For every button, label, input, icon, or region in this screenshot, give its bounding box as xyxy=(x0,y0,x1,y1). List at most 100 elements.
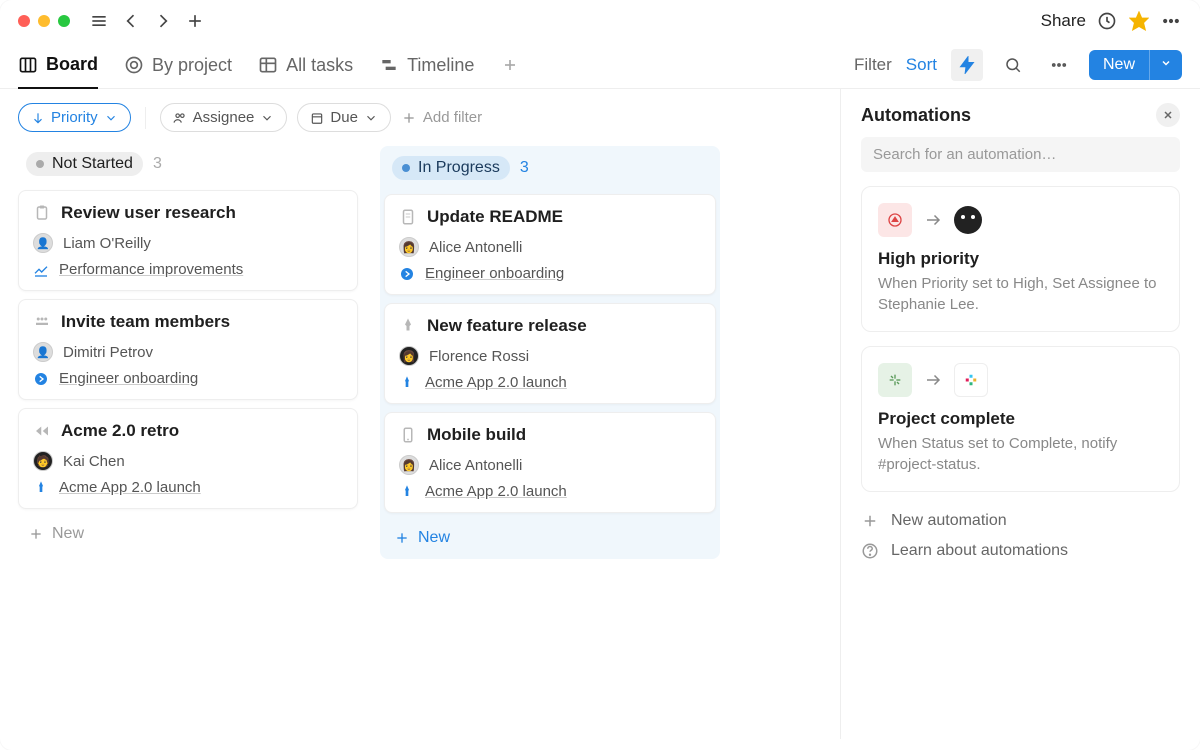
filter-label: Priority xyxy=(51,109,98,126)
favorite-star-icon[interactable] xyxy=(1128,10,1150,32)
tab-board[interactable]: Board xyxy=(18,42,98,89)
sort-button[interactable]: Sort xyxy=(906,55,937,75)
card-title: Update README xyxy=(427,207,563,227)
automation-card[interactable]: High priority When Priority set to High,… xyxy=(861,186,1180,332)
new-card-button[interactable]: New xyxy=(384,521,716,555)
phone-icon xyxy=(399,426,417,444)
window-toolbar: Share xyxy=(0,0,1200,42)
tab-label: Board xyxy=(46,54,98,75)
task-card[interactable]: Review user research 👤 Liam O'Reilly Per… xyxy=(18,190,358,291)
new-card-button[interactable]: New xyxy=(18,517,358,551)
card-title: Acme 2.0 retro xyxy=(61,421,179,441)
chevron-down-icon xyxy=(364,111,378,125)
filter-button[interactable]: Filter xyxy=(854,55,892,75)
priority-trigger-icon xyxy=(878,203,912,237)
view-tabs: Board By project All tasks Timeline Filt… xyxy=(0,42,1200,89)
automation-description: When Status set to Complete, notify #pro… xyxy=(878,433,1163,475)
assignee: Dimitri Petrov xyxy=(63,344,153,361)
tab-timeline[interactable]: Timeline xyxy=(379,43,474,88)
rewind-icon xyxy=(33,422,51,440)
chart-icon xyxy=(33,262,49,278)
priority-filter[interactable]: Priority xyxy=(18,103,131,132)
assignee-filter[interactable]: Assignee xyxy=(160,103,288,132)
tab-label: By project xyxy=(152,55,232,76)
search-icon[interactable] xyxy=(997,49,1029,81)
task-card[interactable]: New feature release 👩 Florence Rossi Acm… xyxy=(384,303,716,404)
new-dropdown-icon[interactable] xyxy=(1149,50,1182,80)
avatar: 👤 xyxy=(33,233,53,253)
automation-card[interactable]: Project complete When Status set to Comp… xyxy=(861,346,1180,492)
arrow-right-icon xyxy=(924,371,942,389)
more-options-icon[interactable] xyxy=(1043,49,1075,81)
automation-title: Project complete xyxy=(878,409,1163,429)
card-title: Mobile build xyxy=(427,425,526,445)
project: Engineer onboarding xyxy=(59,370,198,387)
project: Acme App 2.0 launch xyxy=(425,374,567,391)
new-button[interactable]: New xyxy=(1089,50,1182,80)
column-header: Not Started 3 xyxy=(18,146,358,182)
arrow-circle-icon xyxy=(399,266,415,282)
new-card-label: New xyxy=(418,529,450,547)
share-button[interactable]: Share xyxy=(1041,11,1086,31)
project: Acme App 2.0 launch xyxy=(59,479,201,496)
history-icon[interactable] xyxy=(1096,10,1118,32)
menu-icon[interactable] xyxy=(88,10,110,32)
status-dot-icon xyxy=(402,164,410,172)
avatar: 👩 xyxy=(399,455,419,475)
status-pill[interactable]: Not Started xyxy=(26,152,143,176)
new-card-label: New xyxy=(52,525,84,543)
automation-title: High priority xyxy=(878,249,1163,269)
filter-bar: Priority Assignee Due Add filter xyxy=(18,103,840,132)
automations-panel: Automations High priority When Priority … xyxy=(840,89,1200,739)
board-columns: Not Started 3 Review user research 👤 Lia… xyxy=(18,146,840,559)
card-title: Review user research xyxy=(61,203,236,223)
learn-automations-link[interactable]: Learn about automations xyxy=(861,536,1180,566)
close-window[interactable] xyxy=(18,15,30,27)
slack-icon xyxy=(954,363,988,397)
task-card[interactable]: Invite team members 👤 Dimitri Petrov Eng… xyxy=(18,299,358,400)
new-tab-icon[interactable] xyxy=(184,10,206,32)
close-panel-button[interactable] xyxy=(1156,103,1180,127)
maximize-window[interactable] xyxy=(58,15,70,27)
status-pill[interactable]: In Progress xyxy=(392,156,510,180)
automation-search-input[interactable] xyxy=(861,137,1180,172)
task-card[interactable]: Mobile build 👩 Alice Antonelli Acme App … xyxy=(384,412,716,513)
avatar: 👩 xyxy=(399,346,419,366)
rocket-icon xyxy=(399,317,417,335)
clipboard-icon xyxy=(33,204,51,222)
automation-description: When Priority set to High, Set Assignee … xyxy=(878,273,1163,315)
document-icon xyxy=(399,208,417,226)
tab-by-project[interactable]: By project xyxy=(124,43,232,88)
task-card[interactable]: Acme 2.0 retro 🧑 Kai Chen Acme App 2.0 l… xyxy=(18,408,358,509)
back-icon[interactable] xyxy=(120,10,142,32)
assignee: Alice Antonelli xyxy=(429,239,522,256)
minimize-window[interactable] xyxy=(38,15,50,27)
add-view-button[interactable] xyxy=(500,43,520,87)
add-filter-button[interactable]: Add filter xyxy=(401,109,482,126)
project: Acme App 2.0 launch xyxy=(425,483,567,500)
assignee: Alice Antonelli xyxy=(429,457,522,474)
arrow-circle-icon xyxy=(33,371,49,387)
rocket-icon xyxy=(399,484,415,500)
new-automation-button[interactable]: New automation xyxy=(861,506,1180,536)
people-icon xyxy=(33,313,51,331)
status-label: Not Started xyxy=(52,155,133,173)
forward-icon[interactable] xyxy=(152,10,174,32)
arrow-right-icon xyxy=(924,211,942,229)
automations-icon[interactable] xyxy=(951,49,983,81)
tab-all-tasks[interactable]: All tasks xyxy=(258,43,353,88)
chevron-down-icon xyxy=(104,111,118,125)
assignee: Florence Rossi xyxy=(429,348,529,365)
chevron-down-icon xyxy=(260,111,274,125)
more-icon[interactable] xyxy=(1160,10,1182,32)
due-filter[interactable]: Due xyxy=(297,103,391,132)
new-button-label: New xyxy=(1089,50,1149,80)
avatar-icon xyxy=(954,206,982,234)
traffic-lights xyxy=(18,15,70,27)
card-title: New feature release xyxy=(427,316,587,336)
column-not-started: Not Started 3 Review user research 👤 Lia… xyxy=(18,146,358,559)
status-label: In Progress xyxy=(418,159,500,177)
avatar: 👩 xyxy=(399,237,419,257)
task-card[interactable]: Update README 👩 Alice Antonelli Engineer… xyxy=(384,194,716,295)
link-label: New automation xyxy=(891,512,1007,530)
